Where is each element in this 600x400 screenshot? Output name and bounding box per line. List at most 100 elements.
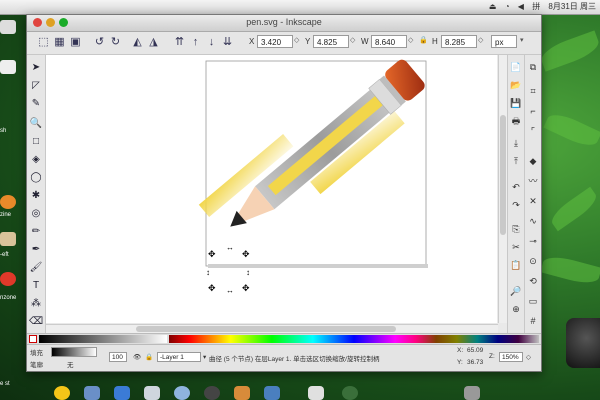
app-store-icon[interactable] [114, 386, 130, 400]
flip-horizontal-icon[interactable]: ◭ [131, 36, 144, 49]
pencil-tool-icon[interactable]: ✏ [29, 225, 43, 239]
handle-icon[interactable]: ✥ [242, 283, 250, 293]
spiral-tool-icon[interactable]: ◎ [29, 207, 43, 221]
calligraphy-tool-icon[interactable]: 🖌 [29, 261, 43, 275]
photos-icon[interactable] [234, 386, 250, 400]
select-all-icon[interactable]: ⬚ [37, 36, 50, 49]
desktop-file-icon[interactable] [0, 20, 16, 34]
open-document-icon[interactable]: 📂 [510, 79, 522, 91]
spray-tool-icon[interactable]: ⁂ [29, 297, 43, 311]
selection-handles[interactable]: ✥ ↔ ✥ ↕ ↕ ✥ ↔ ✥ [206, 243, 250, 295]
handle-icon[interactable]: ↕ [206, 268, 210, 277]
handle-icon[interactable]: ↔ [226, 286, 234, 295]
handle-icon[interactable]: ✥ [242, 249, 250, 259]
zoom-selection-icon[interactable]: 🔎 [510, 285, 522, 297]
snap-toggle-icon[interactable]: ⧉ [527, 61, 539, 73]
snap-midpoint-icon[interactable]: ⊸ [527, 235, 539, 247]
selector-tool-icon[interactable]: ➤ [29, 61, 43, 75]
snap-rotation-icon[interactable]: ⟲ [527, 275, 539, 287]
gray-swatches[interactable] [39, 335, 167, 343]
3d-box-tool-icon[interactable]: ◈ [29, 153, 43, 167]
zoom-spinner-icon[interactable]: ◇ [526, 353, 531, 361]
volume-icon[interactable]: ◀ [518, 2, 524, 11]
music-icon[interactable] [204, 386, 220, 400]
rotate-cw-icon[interactable]: ↻ [109, 36, 122, 49]
no-color-swatch[interactable] [29, 335, 37, 343]
disk-app-icon[interactable] [464, 386, 480, 400]
w-spinner-icon[interactable]: ◇ [408, 36, 413, 44]
snap-nodes-icon[interactable]: ◆ [527, 155, 539, 167]
new-document-icon[interactable]: 📄 [510, 61, 522, 73]
zoom-drawing-icon[interactable]: ⊕ [510, 303, 522, 315]
snap-corner-icon[interactable]: ⌜ [527, 125, 539, 137]
snap-page-icon[interactable]: ▭ [527, 295, 539, 307]
star-tool-icon[interactable]: ✱ [29, 189, 43, 203]
zoom-tool-icon[interactable]: 🔍 [29, 117, 43, 131]
horizontal-scroll-thumb[interactable] [136, 326, 396, 332]
safari-icon[interactable] [174, 386, 190, 400]
lower-to-bottom-icon[interactable]: ⇊ [221, 36, 234, 49]
select-all-layers-icon[interactable]: ▦ [53, 36, 66, 49]
copy-icon[interactable]: ⎘ [510, 223, 522, 235]
eject-icon[interactable]: ⏏ [489, 2, 497, 11]
unit-dropdown-icon[interactable]: ▾ [520, 36, 524, 44]
vertical-scroll-thumb[interactable] [500, 115, 506, 235]
handle-icon[interactable]: ✥ [208, 249, 216, 259]
rectangle-tool-icon[interactable]: □ [29, 135, 43, 149]
color-swatches[interactable] [169, 335, 539, 343]
y-field[interactable]: 4.825 [313, 35, 349, 48]
snap-path-icon[interactable]: 〰 [527, 175, 539, 187]
deselect-icon[interactable]: ▣ [69, 36, 82, 49]
fill-indicator[interactable] [51, 347, 97, 357]
handle-icon[interactable]: ↕ [246, 268, 250, 277]
h-spinner-icon[interactable]: ◇ [478, 36, 483, 44]
wifi-icon[interactable]: ◔ [505, 2, 510, 11]
handle-icon[interactable]: ✥ [208, 283, 216, 293]
ellipse-tool-icon[interactable]: ◯ [29, 171, 43, 185]
tweak-tool-icon[interactable]: ✎ [29, 97, 43, 111]
input-method-icon[interactable]: 拼 [532, 1, 540, 12]
h-field[interactable]: 8.285 [441, 35, 477, 48]
finder-icon[interactable] [84, 386, 100, 400]
raise-to-top-icon[interactable]: ⇈ [173, 36, 186, 49]
paste-icon[interactable]: 📋 [510, 259, 522, 271]
snap-smooth-icon[interactable]: ∿ [527, 215, 539, 227]
node-tool-icon[interactable]: ◸ [29, 79, 43, 93]
star-app-icon[interactable] [54, 386, 70, 400]
horizontal-scrollbar[interactable] [46, 324, 498, 333]
unit-select[interactable]: px [491, 35, 517, 48]
layer-lock-icon[interactable]: 🔒 [145, 353, 153, 361]
x-spinner-icon[interactable]: ◇ [294, 36, 299, 44]
redo-icon[interactable]: ↷ [510, 199, 522, 211]
desktop-app-icon[interactable] [0, 232, 16, 246]
visibility-eye-icon[interactable]: 👁 [133, 353, 141, 361]
pen-tool-icon[interactable]: ✒ [29, 243, 43, 257]
vertical-scrollbar[interactable] [498, 55, 507, 323]
y-spinner-icon[interactable]: ◇ [350, 36, 355, 44]
text-tool-icon[interactable]: T [29, 279, 43, 293]
snap-center-icon[interactable]: ⊙ [527, 255, 539, 267]
flip-vertical-icon[interactable]: ◮ [147, 36, 160, 49]
opacity-field[interactable]: 100 [109, 352, 127, 362]
inkscape-dock-icon[interactable] [308, 386, 324, 400]
print-icon[interactable]: 🖶 [510, 115, 522, 127]
eraser-tool-icon[interactable]: ⌫ [29, 315, 43, 329]
import-icon[interactable]: ⤓ [510, 137, 522, 149]
snap-bbox-icon[interactable]: ⌗ [527, 85, 539, 97]
layer-dropdown-icon[interactable]: ▾ [203, 353, 206, 361]
x-field[interactable]: 3.420 [257, 35, 293, 48]
w-field[interactable]: 8.640 [371, 35, 407, 48]
undo-icon[interactable]: ↶ [510, 181, 522, 193]
lower-icon[interactable]: ↓ [205, 36, 218, 49]
snap-edge-icon[interactable]: ⌐ [527, 105, 539, 117]
network-app-icon[interactable] [342, 386, 358, 400]
snap-intersection-icon[interactable]: ✕ [527, 195, 539, 207]
layer-select[interactable]: -Layer 1 [157, 352, 201, 362]
handle-icon[interactable]: ↔ [226, 243, 234, 252]
save-icon[interactable]: 💾 [510, 97, 522, 109]
desktop-file-icon[interactable] [0, 60, 16, 74]
cut-icon[interactable]: ✂ [510, 241, 522, 253]
desktop-app-icon[interactable] [0, 272, 16, 286]
raise-icon[interactable]: ↑ [189, 36, 202, 49]
drawing-canvas[interactable]: ✥ ↔ ✥ ↕ ↕ ✥ ↔ ✥ [46, 55, 497, 323]
